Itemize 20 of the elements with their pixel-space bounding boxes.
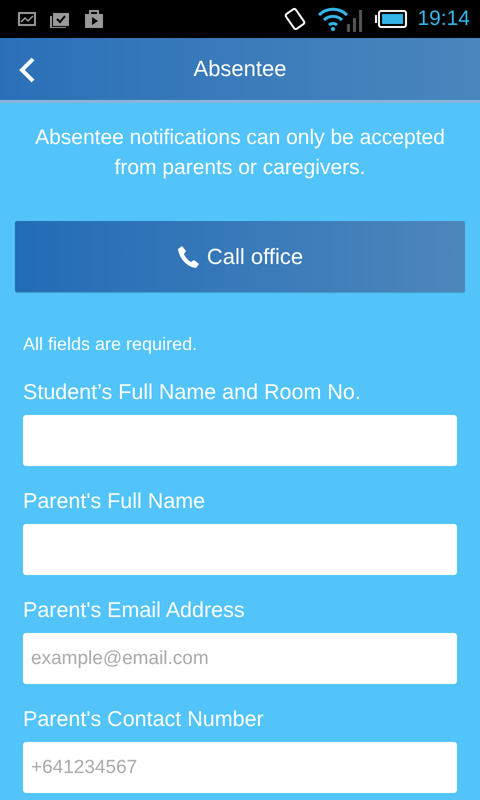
input-field[interactable] (23, 524, 457, 575)
field-label: Parent's Email Address (23, 598, 246, 623)
field-label: Parent's Contact Number (23, 707, 265, 732)
briefcase-check-icon (50, 10, 70, 28)
input-field[interactable] (23, 415, 457, 466)
field-label: Parent's Full Name (23, 489, 206, 514)
image-icon (18, 12, 36, 26)
notice-text: Absentee notifications can only be accepted from parents or caregivers. (34, 125, 446, 181)
phone-icon (176, 244, 201, 268)
input-field[interactable]: example@email.com (23, 633, 457, 684)
battery-icon (375, 10, 408, 28)
rotate-icon (283, 6, 308, 32)
store-bag-icon (84, 10, 104, 28)
required-note: All fields are required. (23, 334, 198, 355)
input-field[interactable]: +641234567 (23, 742, 457, 793)
back-icon[interactable] (18, 57, 36, 83)
page-title: Absentee (194, 56, 286, 82)
call-office-button[interactable]: Call office (15, 221, 465, 292)
status-time: 19:14 (417, 7, 470, 31)
field-label: Student’s Full Name and Room No. (23, 380, 362, 405)
